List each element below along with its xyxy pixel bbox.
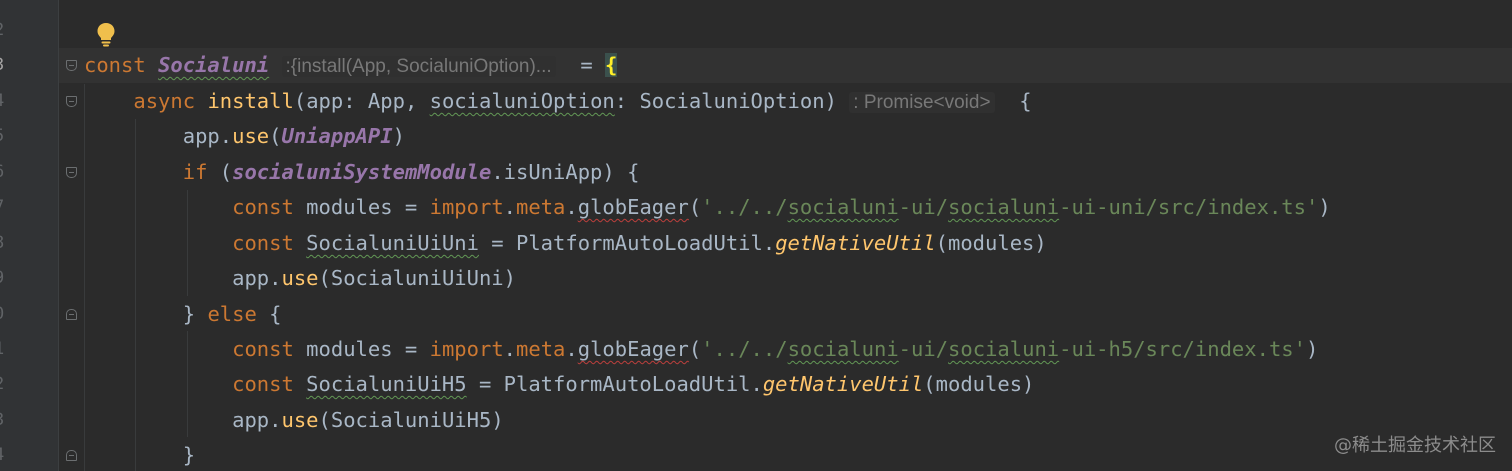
line-number: 0 [0,297,14,332]
code-line: 0 } else { [0,297,1512,332]
code-line: 8 const SocialuniUiUni = PlatformAutoLoa… [0,226,1512,261]
string: socialuni [787,337,899,361]
type: SocialuniOption [639,89,825,113]
method: use [281,408,319,432]
type: App [367,89,405,113]
code-line: 4 } [0,438,1512,471]
object: app. [182,124,233,148]
line-number: 8 [0,226,14,261]
string: -ui/ [898,195,949,219]
code-line: 4 async install(app: App, socialuniOptio… [0,84,1512,119]
variable: SocialuniUiUni [306,231,479,255]
brace: { [269,302,282,326]
line-number: 9 [0,261,14,296]
operator: = [580,53,593,77]
code-editor[interactable]: 2 3 const Socialuni :{install(App, Socia… [0,0,1512,471]
fold-toggle-icon[interactable] [66,167,77,178]
brace: } [182,302,196,326]
line-number: 2 [0,367,14,402]
string: socialuni [948,195,1060,219]
code-line: 7 const modules = import.meta.globEager(… [0,190,1512,225]
line-number: 6 [0,155,14,190]
return-type-hint: : Promise<void> [849,92,995,113]
keyword: import [429,195,504,219]
param: socialuniOption [429,89,615,113]
keyword: meta [516,337,566,361]
line-number: 5 [0,119,14,154]
argument: SocialuniUiH5 [330,408,492,432]
line-number: 3 [0,48,14,83]
fold-toggle-icon[interactable] [66,60,77,71]
line-number: 1 [0,332,14,367]
class-ref: PlatformAutoLoadUtil. [516,231,776,255]
code-line: 3 app.use(SocialuniUiH5) [0,403,1512,438]
brace: { [627,160,640,184]
argument: modules [935,372,1023,396]
argument: SocialuniUiUni [330,266,504,290]
string: '../../ [701,337,788,361]
fold-toggle-icon[interactable] [66,309,77,320]
type-hint: :{install(App, SocialuniOption)... [281,56,556,77]
keyword: async [133,89,196,113]
string: '../../ [701,195,788,219]
code-line: 5 app.use(UniappAPI) [0,119,1512,154]
string: socialuni [948,337,1060,361]
property: .isUniApp [491,160,603,184]
code-line: 2 [0,13,1512,48]
variable: modules [306,337,393,361]
keyword: import [429,337,504,361]
param: app [306,89,344,113]
method: use [281,266,319,290]
string: -ui/ [898,337,949,361]
object: app. [232,408,282,432]
static-method: getNativeUtil [775,231,936,255]
keyword: meta [516,195,566,219]
brace: } [182,443,196,467]
code-line: 9 app.use(SocialuniUiUni) [0,261,1512,296]
code-line: 6 if (socialuniSystemModule.isUniApp) { [0,155,1512,190]
line-number: 2 [0,13,14,48]
variable: SocialuniUiH5 [306,372,467,396]
keyword: const [232,231,294,255]
function-name: install [207,89,294,113]
method: globEager [577,195,689,219]
code-line: 2 const SocialuniUiH5 = PlatformAutoLoad… [0,367,1512,402]
code-line: 3 const Socialuni :{install(App, Socialu… [0,48,1512,83]
method: globEager [577,337,689,361]
keyword: const [232,372,294,396]
line-number: 4 [0,438,14,471]
line-number: 4 [0,84,14,119]
class-ref: PlatformAutoLoadUtil. [503,372,763,396]
static-method: getNativeUtil [762,372,924,396]
keyword: if [182,160,208,184]
global-ref: socialuniSystemModule [232,160,492,184]
brace: { [605,53,618,77]
object: app. [232,266,282,290]
string: -ui-uni/src/index.ts' [1059,195,1319,219]
fold-toggle-icon[interactable] [66,450,77,461]
brace: { [1019,89,1032,113]
keyword: const [232,195,294,219]
line-number: 3 [0,403,14,438]
identifier: Socialuni [158,53,270,77]
line-number: 7 [0,190,14,225]
string: socialuni [787,195,899,219]
keyword: const [84,53,146,77]
fold-toggle-icon[interactable] [66,96,77,107]
method: use [232,124,270,148]
keyword: else [207,302,257,326]
string: -ui-h5/src/index.ts' [1059,337,1306,361]
argument: modules [947,231,1035,255]
code-line: 1 const modules = import.meta.globEager(… [0,332,1512,367]
global-ref: UniappAPI [281,124,393,148]
keyword: const [232,337,294,361]
variable: modules [306,195,393,219]
watermark: @稀土掘金技术社区 [1334,435,1496,456]
